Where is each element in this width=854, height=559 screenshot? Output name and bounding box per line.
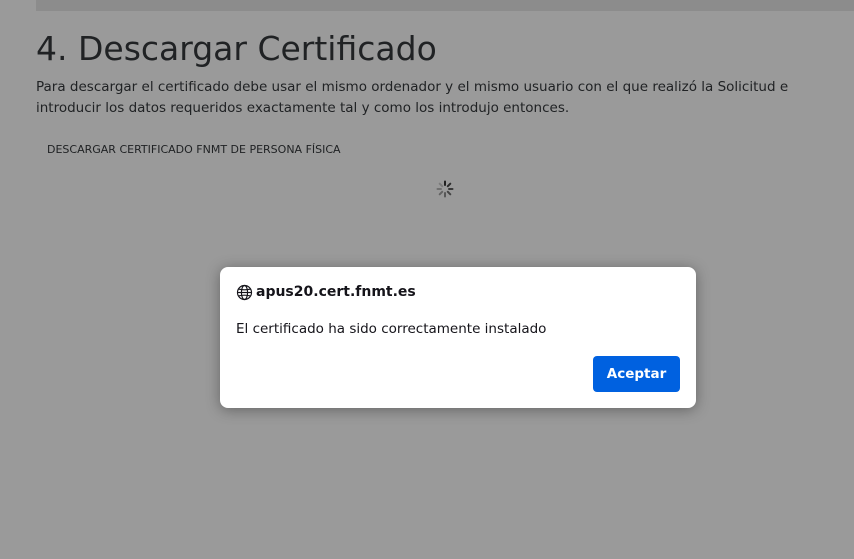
globe-icon xyxy=(236,284,253,300)
dialog-message: El certificado ha sido correctamente ins… xyxy=(236,321,547,337)
alert-dialog: apus20.cert.fnmt.es El certificado ha si… xyxy=(220,267,696,408)
dialog-header: apus20.cert.fnmt.es xyxy=(236,283,416,301)
accept-button[interactable]: Aceptar xyxy=(593,356,680,392)
dialog-origin-label: apus20.cert.fnmt.es xyxy=(256,284,416,300)
